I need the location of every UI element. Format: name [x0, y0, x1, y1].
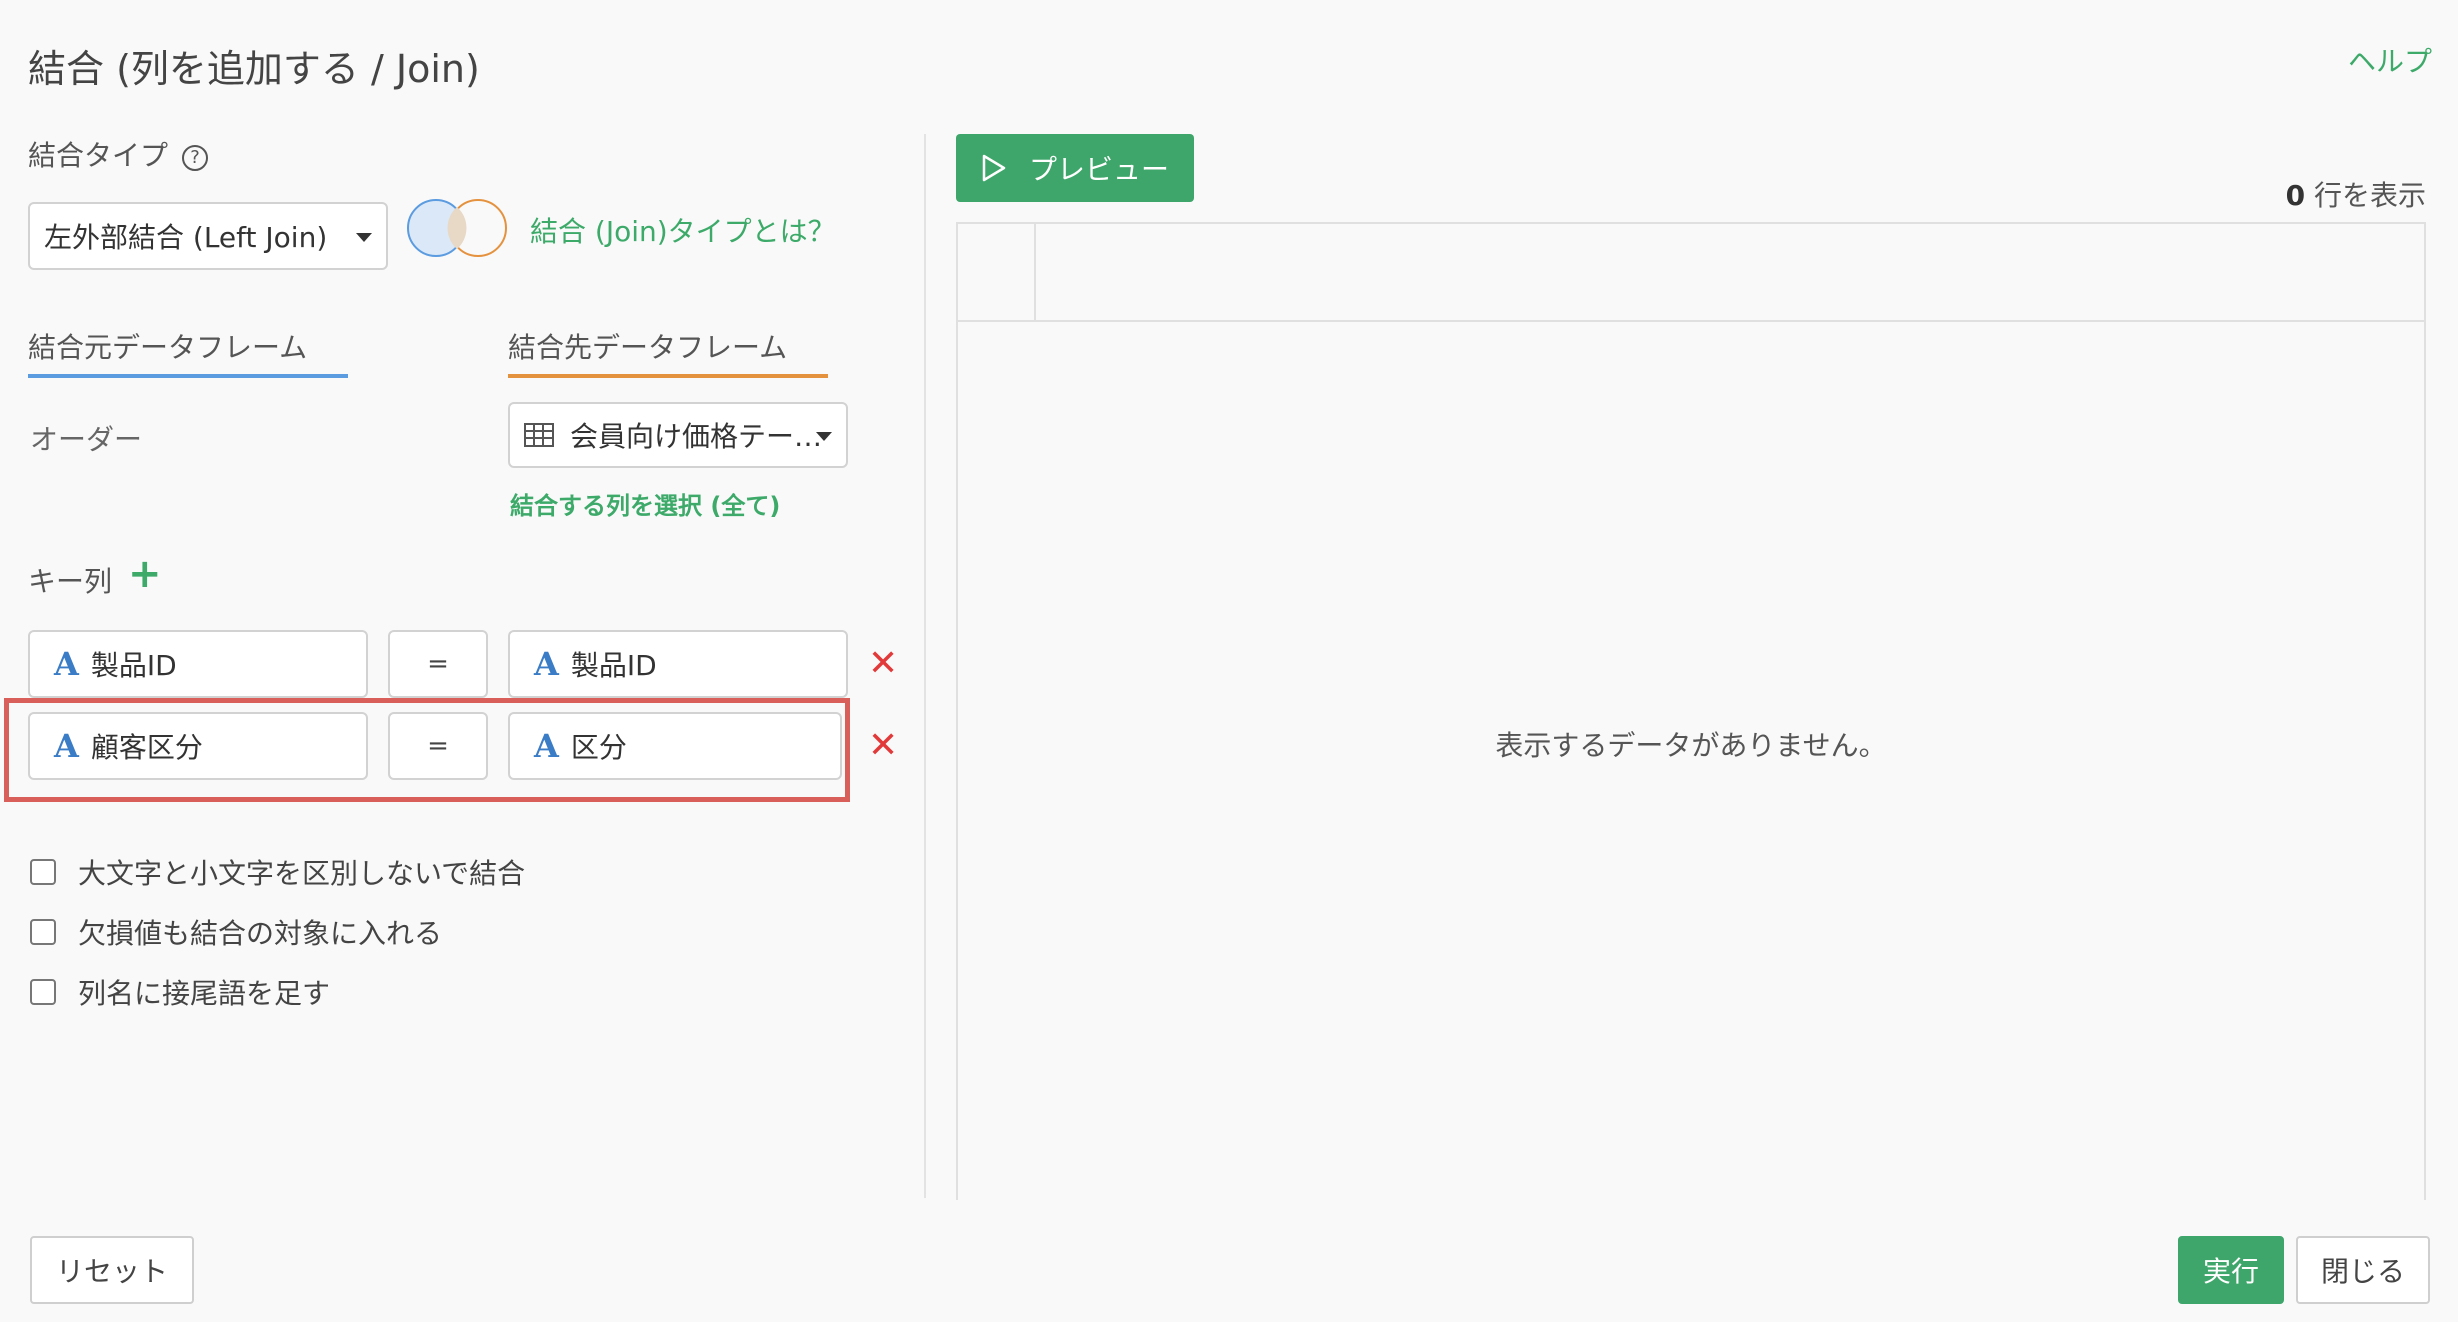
- play-icon: [982, 154, 1006, 182]
- tab-target-dataframe[interactable]: 結合先データフレーム: [508, 326, 787, 366]
- string-type-icon: A: [54, 645, 79, 683]
- venn-diagram-icon: [407, 199, 507, 257]
- preview-button[interactable]: プレビュー: [956, 134, 1194, 202]
- checkbox[interactable]: [30, 979, 56, 1005]
- close-button[interactable]: 閉じる: [2296, 1236, 2430, 1304]
- chevron-down-icon: [816, 432, 832, 441]
- option-add-suffix[interactable]: 列名に接尾語を足す: [30, 972, 330, 1012]
- reset-button[interactable]: リセット: [30, 1236, 194, 1304]
- option-label: 列名に接尾語を足す: [78, 977, 331, 1010]
- dialog-title: 結合 (列を追加する / Join): [28, 47, 480, 91]
- key-right-value: 製品ID: [570, 649, 657, 682]
- key-right-field[interactable]: A 製品ID: [508, 630, 848, 698]
- grid-header: [958, 224, 2424, 322]
- tab-target-underline: [508, 374, 828, 378]
- grid-corner-cell: [958, 224, 1036, 322]
- join-type-select[interactable]: 左外部結合 (Left Join): [28, 202, 388, 270]
- option-label: 欠損値も結合の対象に入れる: [78, 917, 443, 950]
- run-button[interactable]: 実行: [2178, 1236, 2284, 1304]
- option-case-insensitive[interactable]: 大文字と小文字を区別しないで結合: [30, 852, 525, 892]
- empty-message: 表示するデータがありません。: [1495, 729, 1887, 762]
- option-include-missing[interactable]: 欠損値も結合の対象に入れる: [30, 912, 442, 952]
- target-dataframe-select[interactable]: 会員向け価格テー…: [508, 402, 848, 468]
- row-count-value: 0: [2285, 179, 2306, 212]
- help-link[interactable]: ヘルプ: [2348, 40, 2432, 80]
- row-count: 0 行を表示: [2286, 174, 2426, 214]
- select-columns-link[interactable]: 結合する列を選択 (全て): [510, 486, 780, 521]
- row-count-suffix: 行を表示: [2305, 179, 2426, 212]
- join-type-selected: 左外部結合 (Left Join): [44, 221, 328, 254]
- join-type-help-link[interactable]: 結合 (Join)タイプとは？: [530, 210, 836, 250]
- remove-key-icon[interactable]: ✕: [868, 728, 898, 764]
- option-label: 大文字と小文字を区別しないで結合: [78, 857, 526, 890]
- checkbox[interactable]: [30, 859, 56, 885]
- join-type-label-text: 結合タイプ: [28, 139, 169, 172]
- preview-button-label: プレビュー: [1028, 153, 1169, 186]
- key-operator[interactable]: =: [388, 630, 488, 698]
- target-dataframe-selected: 会員向け価格テー…: [570, 420, 823, 453]
- preview-grid: 表示するデータがありません。: [956, 222, 2426, 1200]
- highlight-box: [4, 698, 850, 802]
- key-left-value: 製品ID: [90, 649, 177, 682]
- panel-divider: [924, 134, 926, 1198]
- checkbox[interactable]: [30, 919, 56, 945]
- tab-source-dataframe[interactable]: 結合元データフレーム: [28, 326, 307, 366]
- chevron-down-icon: [356, 233, 372, 242]
- table-icon: [524, 423, 554, 447]
- add-key-icon[interactable]: +: [128, 554, 162, 594]
- string-type-icon: A: [534, 645, 559, 683]
- question-icon[interactable]: ?: [182, 145, 209, 171]
- key-columns-label: キー列: [28, 565, 113, 598]
- key-left-field[interactable]: A 製品ID: [28, 630, 368, 698]
- remove-key-icon[interactable]: ✕: [868, 646, 898, 682]
- tab-source-underline: [28, 374, 348, 378]
- source-dataframe-name: オーダー: [30, 423, 143, 456]
- join-type-label: 結合タイプ?: [28, 134, 209, 174]
